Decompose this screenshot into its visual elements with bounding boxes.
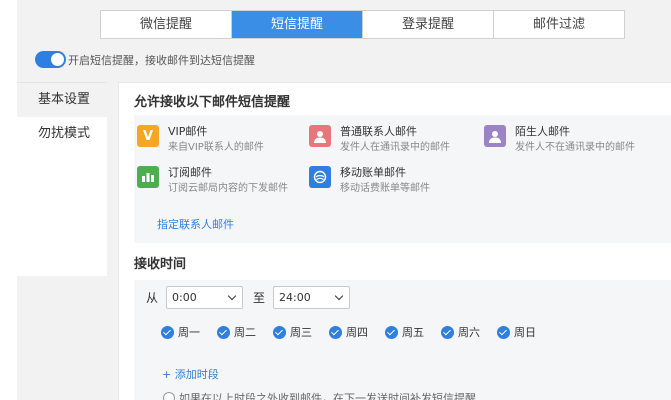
chevron-down-icon (334, 291, 344, 301)
mail-type-card: V VIP邮件 来自VIP联系人的邮件 普通联系人邮件 发件人在通讯录中的邮件 … (134, 115, 671, 243)
day-checkbox-mon[interactable]: 周一 (161, 324, 200, 340)
day-checkbox-sat[interactable]: 周六 (441, 324, 480, 340)
weekday-checkboxes: 周一 周二 周三 周四 周五 周六 周日 (161, 324, 553, 340)
mail-type-contact[interactable]: 普通联系人邮件 发件人在通讯录中的邮件 (309, 125, 450, 155)
day-label: 周一 (178, 326, 200, 339)
mail-type-stranger[interactable]: 陌生人邮件 发件人不在通讯录中的邮件 (484, 125, 635, 155)
tab-bar: 微信提醒 短信提醒 登录提醒 邮件过滤 (100, 10, 625, 39)
check-icon (385, 325, 398, 339)
mail-type-title: 普通联系人邮件 (340, 125, 417, 138)
settings-sidebar: 基本设置 勿扰模式 (17, 82, 107, 276)
vip-icon: V (137, 125, 159, 147)
check-icon (273, 325, 286, 339)
mail-type-desc: 订阅云邮局内容的下发邮件 (168, 183, 288, 194)
receive-time-card: 从 0:00 至 24:00 周一 周二 周三 周四 周五 周六 周日 + 添加… (134, 280, 671, 400)
receive-time-title: 接收时间 (134, 257, 187, 272)
to-time-value: 24:00 (279, 291, 311, 304)
radio-icon (163, 392, 175, 400)
allow-section-title: 允许接收以下邮件短信提醒 (134, 95, 291, 110)
mail-type-desc: 发件人在通讯录中的邮件 (340, 142, 450, 153)
tab-mail-filter[interactable]: 邮件过滤 (494, 11, 624, 38)
day-label: 周四 (346, 326, 368, 339)
tab-sms-reminder[interactable]: 短信提醒 (232, 11, 363, 38)
sidebar-item-do-not-disturb[interactable]: 勿扰模式 (17, 117, 107, 151)
day-label: 周六 (458, 326, 480, 339)
day-label: 周二 (234, 326, 256, 339)
mobile-bill-icon (309, 166, 331, 188)
mail-type-subscription[interactable]: 订阅邮件 订阅云邮局内容的下发邮件 (137, 166, 288, 196)
contact-icon (309, 125, 331, 147)
tab-login-reminder[interactable]: 登录提醒 (363, 11, 494, 38)
check-icon (329, 325, 342, 339)
add-time-slot-link[interactable]: + 添加时段 (162, 366, 219, 382)
day-label: 周日 (514, 326, 536, 339)
sidebar-item-basic-settings[interactable]: 基本设置 (17, 83, 107, 117)
resend-option-label: 如果在以上时段之外收到邮件，在下一发送时间补发短信提醒 (179, 392, 476, 400)
mail-type-title: 订阅邮件 (168, 166, 212, 179)
sms-toggle-label: 开启短信提醒，接收邮件到达短信提醒 (68, 53, 255, 67)
chevron-down-icon (227, 291, 237, 301)
subscribe-icon (137, 166, 159, 188)
main-content: 允许接收以下邮件短信提醒 V VIP邮件 来自VIP联系人的邮件 普通联系人邮件… (118, 82, 671, 400)
day-checkbox-thu[interactable]: 周四 (329, 324, 368, 340)
mail-type-mobile-bill[interactable]: 移动账单邮件 移动话费账单等邮件 (309, 166, 430, 196)
tab-wechat-reminder[interactable]: 微信提醒 (101, 11, 232, 38)
resend-option[interactable]: 如果在以上时段之外收到邮件，在下一发送时间补发短信提醒 (163, 390, 476, 400)
mail-type-title: VIP邮件 (168, 125, 208, 138)
day-label: 周三 (290, 326, 312, 339)
from-label: 从 (146, 291, 159, 305)
mail-type-desc: 来自VIP联系人的邮件 (168, 142, 264, 153)
specify-contacts-link[interactable]: 指定联系人邮件 (157, 216, 234, 232)
day-label: 周五 (402, 326, 424, 339)
day-checkbox-wed[interactable]: 周三 (273, 324, 312, 340)
day-checkbox-sun[interactable]: 周日 (497, 324, 536, 340)
mail-type-title: 移动账单邮件 (340, 166, 406, 179)
mail-type-desc: 移动话费账单等邮件 (340, 183, 430, 194)
sms-toggle-row: 开启短信提醒，接收邮件到达短信提醒 (35, 51, 255, 68)
from-time-select[interactable]: 0:00 (166, 286, 244, 309)
stranger-icon (484, 125, 506, 147)
sms-reminder-toggle[interactable] (35, 51, 66, 68)
time-range-row: 从 0:00 至 24:00 (146, 286, 351, 309)
to-time-select[interactable]: 24:00 (273, 286, 351, 309)
day-checkbox-tue[interactable]: 周二 (217, 324, 256, 340)
from-time-value: 0:00 (172, 291, 197, 304)
day-checkbox-fri[interactable]: 周五 (385, 324, 424, 340)
check-icon (497, 325, 510, 339)
check-icon (217, 325, 230, 339)
check-icon (161, 325, 174, 339)
mail-type-vip[interactable]: V VIP邮件 来自VIP联系人的邮件 (137, 125, 264, 155)
check-icon (441, 325, 454, 339)
to-label: 至 (253, 291, 266, 305)
mail-type-title: 陌生人邮件 (515, 125, 570, 138)
mail-type-desc: 发件人不在通讯录中的邮件 (515, 142, 635, 153)
